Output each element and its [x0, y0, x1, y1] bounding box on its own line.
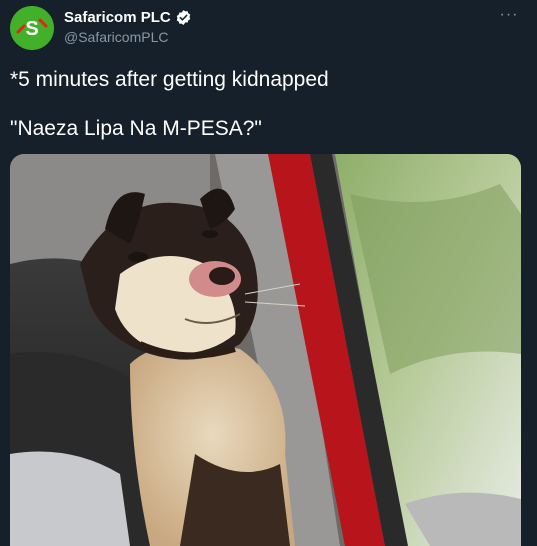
- tweet-media-photo[interactable]: [10, 154, 521, 546]
- account-handle[interactable]: @SafaricomPLC: [64, 29, 192, 45]
- tweet-text-line-1: *5 minutes after getting kidnapped: [10, 68, 329, 91]
- dog-in-car-photo: [10, 154, 521, 546]
- tweet-text-line-2: "Naeza Lipa Na M-PESA?": [10, 117, 262, 140]
- tweet-header: S Safaricom PLC @SafaricomPLC ···: [10, 6, 527, 50]
- account-names: Safaricom PLC @SafaricomPLC: [64, 9, 192, 45]
- safaricom-logo-icon: S: [10, 6, 54, 50]
- tweet-text: *5 minutes after getting kidnapped "Naez…: [10, 66, 520, 143]
- svg-text:S: S: [25, 18, 38, 40]
- verified-badge-icon: [176, 10, 190, 25]
- display-name[interactable]: Safaricom PLC: [64, 9, 171, 26]
- avatar[interactable]: S: [10, 6, 54, 50]
- more-options-button[interactable]: ···: [497, 7, 521, 28]
